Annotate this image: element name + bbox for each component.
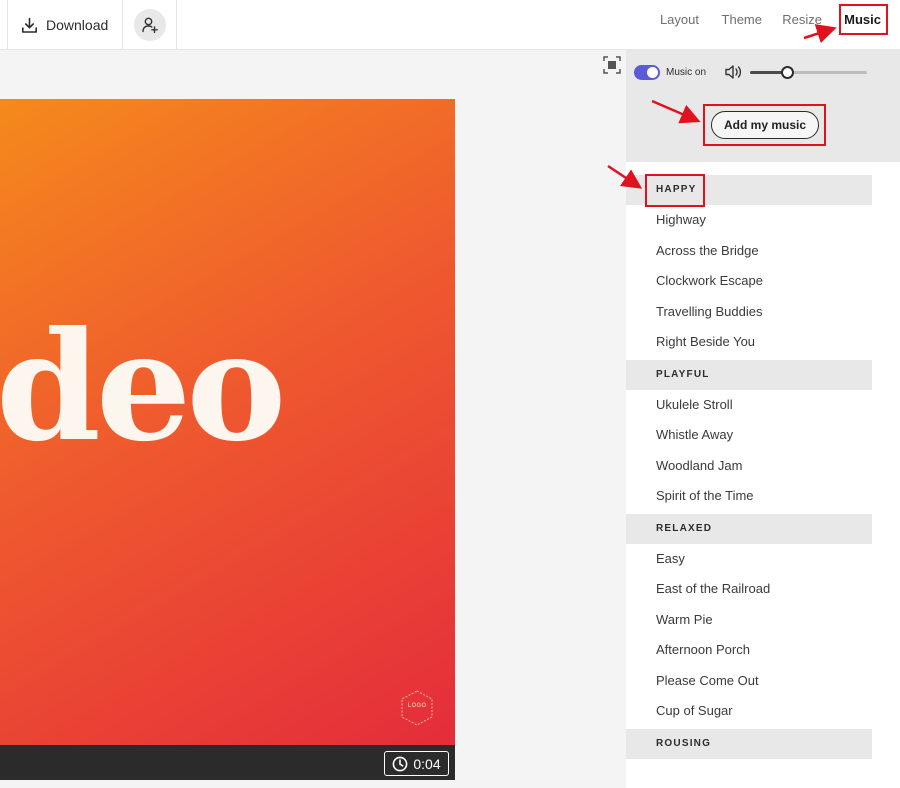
logo-placeholder-label: LOGO	[407, 703, 427, 709]
logo-placeholder[interactable]: LOGO	[398, 689, 436, 727]
music-toggle-label: Music on	[666, 67, 707, 78]
toolbar-divider	[0, 0, 8, 50]
track-item[interactable]: Travelling Buddies	[626, 297, 872, 328]
track-item[interactable]: Cup of Sugar	[626, 696, 872, 727]
duration-timer[interactable]: 0:04	[384, 751, 449, 776]
tab-theme[interactable]: Theme	[722, 0, 762, 40]
track-item[interactable]: Spirit of the Time	[626, 481, 872, 512]
download-label: Download	[46, 17, 109, 33]
volume-icon[interactable]	[724, 64, 742, 80]
music-controls: Music on Add my music	[626, 50, 900, 162]
track-item[interactable]: Ukulele Stroll	[626, 390, 872, 421]
track-item[interactable]: Easy	[626, 544, 872, 575]
track-item[interactable]: Whistle Away	[626, 420, 872, 451]
toolbar-left-group: Download	[0, 0, 178, 50]
tab-resize[interactable]: Resize	[782, 0, 822, 40]
invite-cell	[123, 0, 178, 50]
track-item[interactable]: Afternoon Porch	[626, 635, 872, 666]
video-slide[interactable]: deo LOGO	[0, 99, 455, 745]
top-toolbar: Download Layout Theme Resize Music	[0, 0, 900, 50]
invite-collaborator-button[interactable]	[133, 9, 166, 41]
volume-slider[interactable]	[750, 66, 867, 79]
track-item[interactable]: Highway	[626, 205, 872, 236]
add-my-music-button[interactable]: Add my music	[711, 111, 819, 139]
clock-icon	[392, 756, 408, 771]
tab-music[interactable]: Music	[844, 0, 881, 40]
category-header-happy: HAPPY	[626, 175, 872, 205]
track-item[interactable]: Clockwork Escape	[626, 266, 872, 297]
download-button[interactable]: Download	[8, 0, 124, 50]
volume-slider-thumb[interactable]	[781, 66, 795, 79]
track-item[interactable]: Please Come Out	[626, 666, 872, 697]
category-header-relaxed: RELAXED	[626, 513, 872, 544]
timer-value: 0:04	[413, 755, 441, 772]
category-header-rousing: ROUSING	[626, 728, 872, 759]
fit-to-screen-icon[interactable]	[602, 55, 622, 75]
track-item[interactable]: East of the Railroad	[626, 574, 872, 605]
add-user-icon	[142, 17, 158, 34]
track-item[interactable]: Woodland Jam	[626, 451, 872, 482]
category-header-playful: PLAYFUL	[626, 359, 872, 390]
slide-title-text[interactable]: deo	[0, 299, 286, 475]
tab-layout[interactable]: Layout	[660, 0, 699, 40]
music-track-list: HAPPY Highway Across the Bridge Clockwor…	[626, 175, 872, 759]
track-item[interactable]: Across the Bridge	[626, 236, 872, 267]
track-item[interactable]: Right Beside You	[626, 327, 872, 358]
music-toggle[interactable]	[634, 65, 660, 80]
download-icon	[22, 17, 37, 33]
music-panel: Music on Add my music HAPPY Highway Acro…	[626, 50, 900, 788]
track-item[interactable]: Warm Pie	[626, 605, 872, 636]
